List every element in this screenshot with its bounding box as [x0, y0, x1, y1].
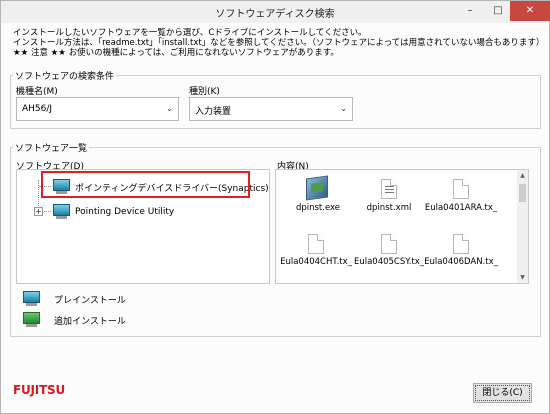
- model-label: 機種名(M): [16, 87, 58, 97]
- xml-file-icon: [381, 179, 397, 199]
- maximize-button[interactable]: □: [484, 1, 512, 21]
- addinstall-legend-label: 追加インストール: [54, 317, 126, 327]
- tree-item-pointing-device-utility[interactable]: Pointing Device Utility: [75, 207, 174, 217]
- software-disk-search-window: ソフトウェアディスク検索 – □ ✕ インストールしたいソフトウェアを一覧から選…: [0, 0, 550, 414]
- close-button[interactable]: 閉じる(C): [473, 383, 532, 403]
- fujitsu-logo: FUJITSU: [13, 383, 66, 397]
- model-value: AH56/J: [22, 104, 53, 114]
- file-name: Eula0406DAN.tx_: [424, 257, 498, 267]
- vertical-scrollbar[interactable]: ▲ ▼: [517, 170, 528, 283]
- preinstall-legend-label: プレインストール: [54, 296, 126, 306]
- file-icon: [453, 179, 469, 199]
- preinstall-computer-icon: [53, 204, 70, 219]
- type-label: 種別(K): [189, 87, 220, 97]
- software-list-title: ソフトウェア一覧: [13, 141, 90, 154]
- file-name: Eula0404CHT.tx_: [280, 257, 352, 267]
- search-conditions-title: ソフトウェアの検索条件: [13, 69, 117, 82]
- close-window-button[interactable]: ✕: [510, 1, 550, 21]
- scroll-thumb[interactable]: [519, 184, 526, 202]
- instruction-line-1: インストールしたいソフトウェアを一覧から選び、Cドライブにインストールしてくださ…: [13, 28, 367, 38]
- instruction-line-3: ★★ 注意 ★★ お使いの機種によっては、ご利用になれないソフトウェアがあります…: [13, 48, 339, 58]
- file-name: dpinst.exe: [295, 203, 341, 213]
- file-name: Eula0401ARA.tx_: [424, 203, 498, 213]
- file-icon: [453, 234, 469, 254]
- type-combobox[interactable]: 入力装置 ⌄: [189, 97, 353, 121]
- file-icon: [381, 234, 397, 254]
- selection-highlight: [41, 171, 250, 198]
- addinstall-legend-icon: [23, 312, 40, 327]
- scroll-down-icon[interactable]: ▼: [517, 272, 528, 283]
- software-tree[interactable]: ポインティングデバイスドライバー(Synaptics) + Pointing D…: [16, 169, 270, 284]
- minimize-button[interactable]: –: [456, 1, 484, 21]
- type-value: 入力装置: [195, 107, 232, 117]
- expand-icon[interactable]: +: [34, 207, 43, 216]
- file-name: Eula0405CSY.tx_: [353, 257, 425, 267]
- exe-icon: [306, 175, 328, 201]
- title-bar: ソフトウェアディスク検索 – □ ✕: [1, 1, 550, 23]
- chevron-down-icon: ⌄: [340, 104, 347, 113]
- instruction-line-2: インストール方法は、「readme.txt」「install.txt」などを参照…: [13, 38, 545, 48]
- scroll-up-icon[interactable]: ▲: [517, 170, 528, 181]
- file-name: dpinst.xml: [366, 203, 412, 213]
- file-icon: [308, 234, 324, 254]
- chevron-down-icon: ⌄: [166, 104, 173, 113]
- content-file-list[interactable]: dpinst.exe dpinst.xml Eula0401ARA.tx_ Eu…: [275, 169, 529, 284]
- model-combobox[interactable]: AH56/J ⌄: [16, 97, 179, 121]
- preinstall-legend-icon: [23, 291, 40, 306]
